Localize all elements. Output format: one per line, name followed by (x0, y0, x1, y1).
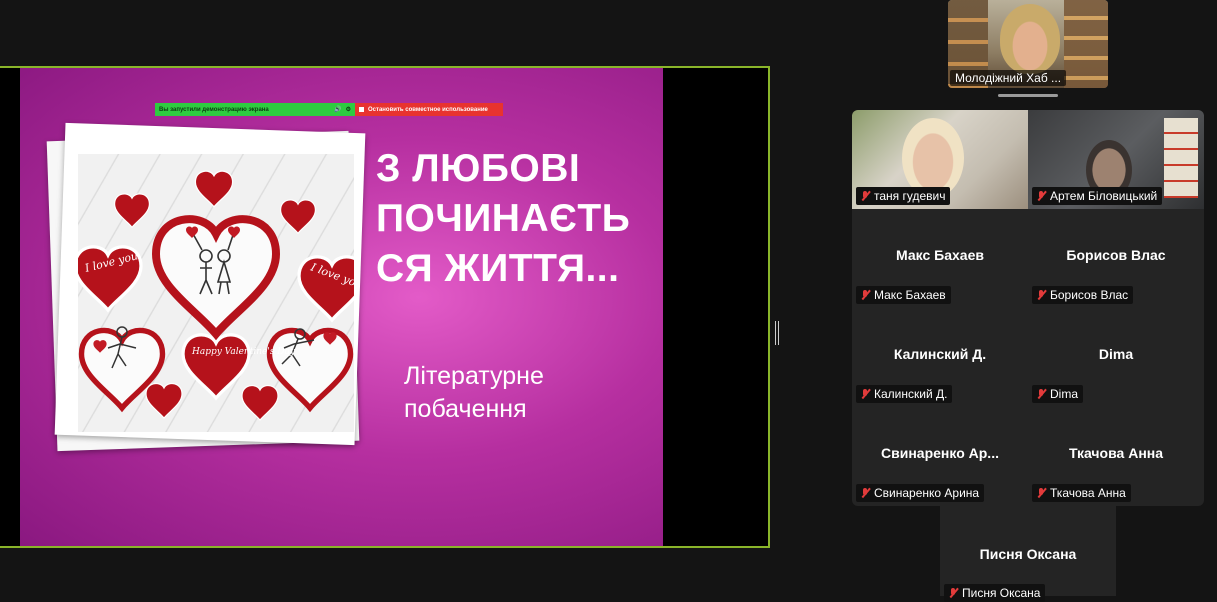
participant-name: Свинаренко Арина (874, 486, 980, 500)
audio-icon[interactable]: 🔊 (334, 106, 341, 113)
participant-name-label: таня гудевич (856, 187, 951, 205)
cookies-illustration: I love you I love you Happy Valentine's … (78, 170, 354, 421)
active-speaker-video[interactable]: Молодіжний Хаб ... (948, 0, 1108, 88)
participant-face (902, 118, 964, 198)
participant-tile[interactable]: Ткачова Анна Ткачова Анна (1028, 407, 1204, 506)
participant-tile[interactable]: Писня Оксана Писня Оксана (940, 506, 1116, 602)
participant-name-label: Калинский Д. (856, 385, 953, 403)
participant-name: таня гудевич (874, 189, 946, 203)
participant-tile[interactable]: Свинаренко Ар... Свинаренко Арина (852, 407, 1028, 506)
participant-tile[interactable]: Борисов Влас Борисов Влас (1028, 209, 1204, 308)
small-heart (114, 193, 150, 228)
mic-muted-icon (947, 587, 959, 599)
participant-name: Писня Оксана (962, 586, 1041, 600)
participant-name: Dima (1050, 387, 1079, 401)
participants-gallery: таня гудевич Артем Біловицький Макс Баха… (852, 110, 1204, 506)
participant-tile[interactable]: Артем Біловицький (1028, 110, 1204, 209)
participant-name-label: Писня Оксана (944, 584, 1046, 602)
cookie-text-valentine: Happy Valentine's Day (191, 347, 296, 357)
mic-muted-icon (1035, 487, 1047, 499)
small-heart (241, 384, 279, 421)
participant-name: Калинский Д. (874, 387, 948, 401)
white-cookie-heart (156, 219, 276, 334)
slide-title: З ЛЮБОВІ ПОЧИНАЄТЬ СЯ ЖИТТЯ... (376, 147, 631, 290)
small-heart (194, 170, 234, 208)
mic-muted-icon (859, 487, 871, 499)
mic-muted-icon (1035, 388, 1047, 400)
participant-name-label: Борисов Влас (1032, 286, 1134, 304)
participant-name-label: Ткачова Анна (1032, 484, 1131, 502)
participant-name: Макс Бахаев (874, 288, 946, 302)
participant-name: Ткачова Анна (1050, 486, 1126, 500)
mic-muted-icon (859, 388, 871, 400)
mic-muted-icon (859, 289, 871, 301)
stop-icon (359, 107, 364, 112)
participant-name-label: Макс Бахаев (856, 286, 951, 304)
small-heart (145, 382, 183, 419)
participant-display-name: Свинаренко Ар... (881, 445, 999, 461)
share-status-text: Вы запустили демонстрацию экрана (159, 106, 269, 113)
presentation-slide: Вы запустили демонстрацию экрана 🔊 ⚙ Ост… (20, 68, 663, 546)
speaker-drag-handle[interactable] (998, 94, 1058, 97)
participant-display-name: Борисов Влас (1066, 247, 1166, 263)
panel-resize-handle[interactable] (775, 321, 779, 345)
speaker-face (1000, 4, 1060, 74)
share-status-bar: Вы запустили демонстрацию экрана 🔊 ⚙ (155, 103, 355, 116)
screen-share-toolbar: Вы запустили демонстрацию экрана 🔊 ⚙ Ост… (155, 103, 503, 116)
mic-muted-icon (1035, 190, 1047, 202)
participant-display-name: Писня Оксана (979, 546, 1077, 562)
participant-name-label: Артем Біловицький (1032, 187, 1163, 205)
participant-tile[interactable]: Dima Dima (1028, 308, 1204, 407)
participant-name: Артем Біловицький (1050, 189, 1158, 203)
participant-display-name: Макс Бахаев (896, 247, 984, 263)
slide-subtitle: Літературне побачення (404, 362, 544, 423)
stop-share-button[interactable]: Остановить совместное использование (355, 103, 503, 116)
white-cookie-heart (270, 330, 351, 408)
red-cookie-heart (181, 333, 251, 400)
participant-name-label: Dima (1032, 385, 1084, 403)
settings-icon[interactable]: ⚙ (346, 106, 351, 113)
stop-share-label: Остановить совместное использование (368, 106, 488, 113)
mic-muted-icon (1035, 289, 1047, 301)
shared-screen: Вы запустили демонстрацию экрана 🔊 ⚙ Ост… (0, 66, 770, 548)
participant-name-label: Свинаренко Арина (856, 484, 985, 502)
mic-muted-icon (859, 190, 871, 202)
bookshelf-right (1064, 0, 1108, 88)
wall-poster (1164, 118, 1198, 198)
participant-name: Борисов Влас (1050, 288, 1129, 302)
participant-tile[interactable]: Макс Бахаев Макс Бахаев (852, 209, 1028, 308)
speaker-name-label: Молодіжний Хаб ... (950, 70, 1067, 86)
valentine-cookies-photo: I love you I love you Happy Valentine's … (78, 154, 354, 432)
participant-display-name: Ткачова Анна (1068, 445, 1164, 461)
participant-display-name: Dima (1098, 346, 1134, 362)
small-heart (280, 199, 316, 234)
participant-display-name: Калинский Д. (893, 346, 987, 362)
participant-tile[interactable]: Калинский Д. Калинский Д. (852, 308, 1028, 407)
participant-tile[interactable]: таня гудевич (852, 110, 1028, 209)
